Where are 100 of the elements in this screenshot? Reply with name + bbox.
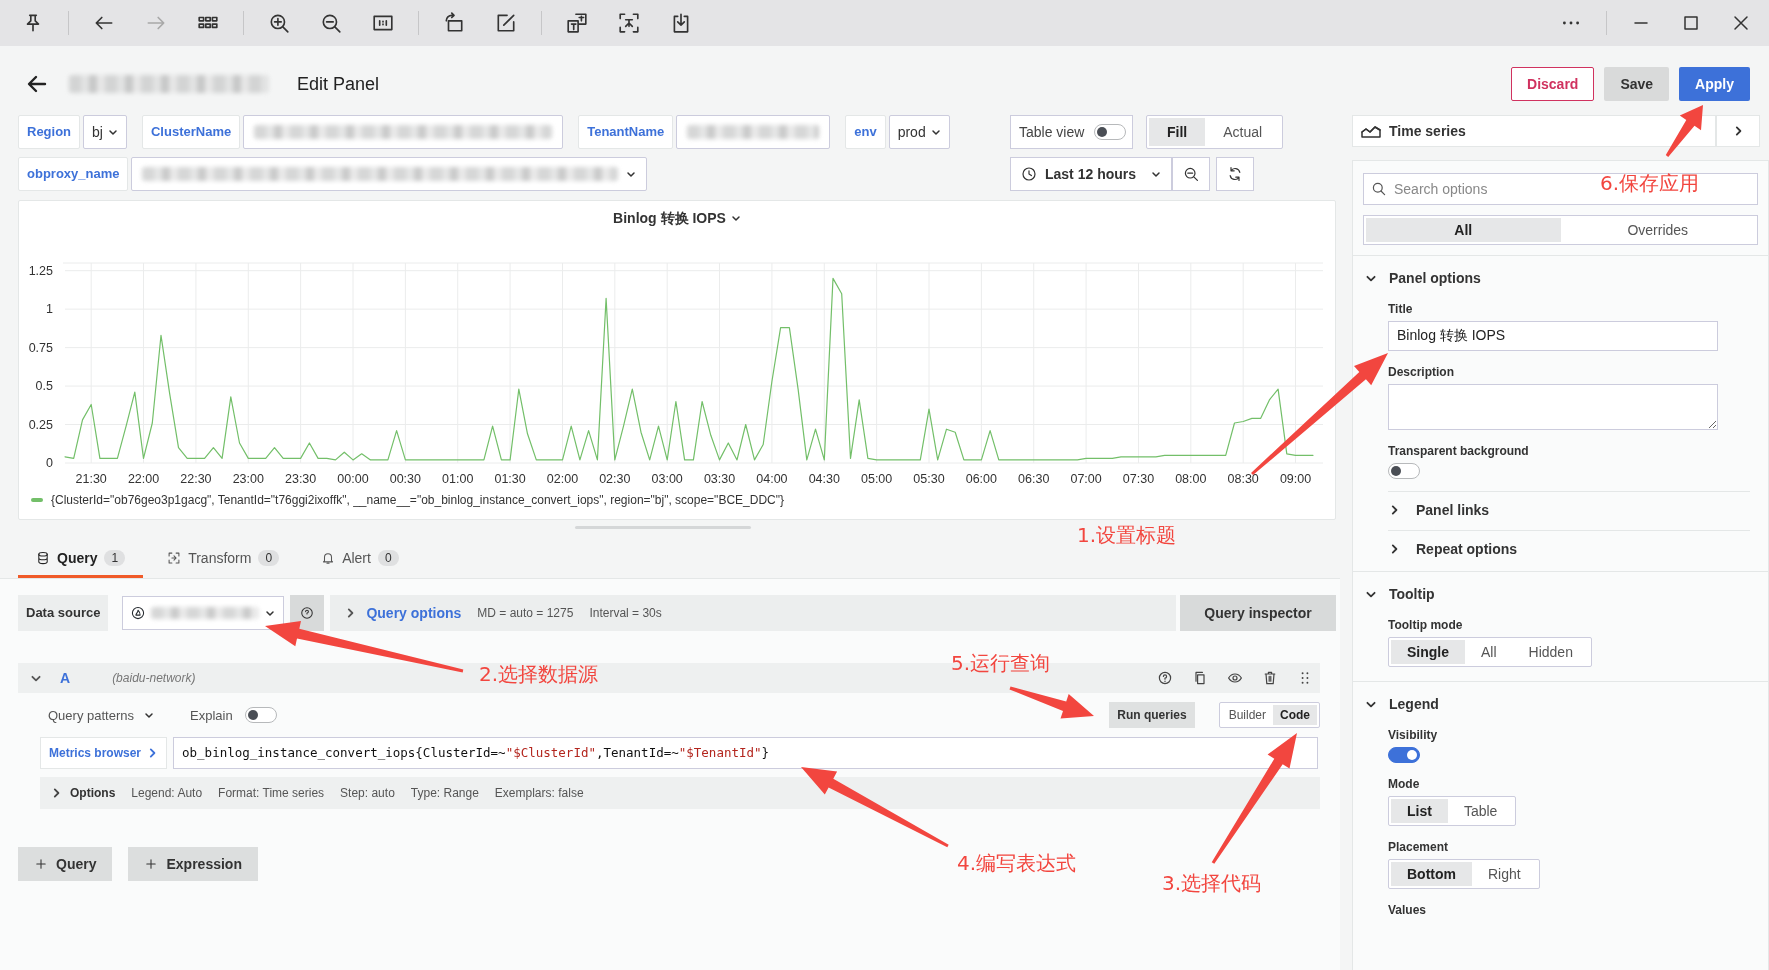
- query-datasource: (baidu-network): [112, 671, 196, 685]
- segment-option[interactable]: Bottom: [1391, 862, 1472, 886]
- zoom-in-icon[interactable]: [268, 12, 290, 34]
- segment-option[interactable]: Actual: [1205, 118, 1281, 146]
- segment-option[interactable]: List: [1391, 799, 1448, 823]
- table-view-switch[interactable]: Table view: [1010, 115, 1133, 149]
- description-field[interactable]: [1388, 384, 1718, 430]
- axis-tick-label: 05:00: [861, 472, 893, 486]
- axis-tick-label: 0.25: [28, 417, 53, 432]
- add-button[interactable]: Query: [18, 847, 113, 881]
- editor-tab[interactable]: Transform 0: [149, 540, 298, 578]
- variable-select[interactable]: prod: [888, 115, 950, 149]
- caret-icon[interactable]: [730, 213, 741, 223]
- transform-icon: [167, 550, 182, 565]
- annotation-text: 2.选择数据源: [479, 661, 599, 688]
- rotate-icon[interactable]: [443, 12, 465, 34]
- options-tab[interactable]: All: [1366, 218, 1561, 242]
- axis-tick-label: 00:00: [337, 472, 369, 486]
- option-summary: Legend: Auto: [131, 786, 203, 800]
- axis-tick-label: 1.25: [28, 263, 53, 278]
- header-button[interactable]: Apply: [1679, 67, 1750, 101]
- explain-toggle[interactable]: [244, 707, 277, 723]
- header-button[interactable]: Save: [1604, 67, 1670, 101]
- visualization-picker[interactable]: Time series: [1352, 115, 1716, 147]
- zoom-out-icon[interactable]: [320, 12, 342, 34]
- help-button[interactable]: [290, 595, 325, 631]
- axis-tick-label: 23:30: [285, 472, 317, 486]
- segment-option[interactable]: Right: [1472, 862, 1537, 886]
- editor-mode-option[interactable]: Code: [1273, 705, 1317, 725]
- header-button[interactable]: Discard: [1511, 67, 1595, 101]
- subsection-header[interactable]: Repeat options: [1388, 530, 1750, 557]
- zoom-out-button[interactable]: [1172, 157, 1210, 191]
- visibility-toggle[interactable]: [1388, 747, 1420, 763]
- axis-tick-label: 0.5: [35, 379, 53, 394]
- segment-option[interactable]: All: [1465, 640, 1513, 664]
- option-summary: Format: Time series: [218, 786, 325, 800]
- axis-tick-label: 07:00: [1070, 472, 1102, 486]
- axis-tick-label: 04:30: [808, 472, 840, 486]
- axis-tick-label: 03:30: [703, 472, 736, 486]
- segment-option[interactable]: Single: [1391, 640, 1465, 664]
- axis-tick-label: 02:00: [546, 472, 579, 486]
- title-field[interactable]: Binlog 转换 IOPS: [1388, 321, 1718, 351]
- maximize-icon[interactable]: [1681, 13, 1701, 33]
- eye-icon[interactable]: [1227, 670, 1243, 686]
- close-icon[interactable]: [1731, 13, 1751, 33]
- query-expression-field[interactable]: ob_binlog_instance_convert_iops{ClusterId=~"$ClusterId",TenantId=~"$TenantId"}: [173, 737, 1319, 769]
- variable-field[interactable]: [243, 115, 564, 149]
- axis-tick-label: 02:30: [599, 472, 631, 486]
- time-range-picker[interactable]: Last 12 hours: [1010, 157, 1172, 191]
- annotation-text: 3.选择代码: [1162, 870, 1262, 897]
- segment-option[interactable]: Fill: [1149, 118, 1206, 146]
- plus-icon: [34, 857, 48, 871]
- annotation-text: 5.运行查询: [951, 650, 1051, 677]
- data-source-select[interactable]: [122, 596, 285, 630]
- variable-label: TenantName: [578, 115, 674, 149]
- segment-option[interactable]: Hidden: [1512, 640, 1589, 664]
- option-summary: Step: auto: [340, 786, 395, 800]
- annotation-text: 6.保存应用: [1600, 170, 1700, 197]
- page-title: Edit Panel: [297, 73, 380, 95]
- trash-icon[interactable]: [1262, 670, 1278, 686]
- editor-tab[interactable]: Alert 0: [303, 540, 417, 578]
- caret-icon: [626, 169, 637, 179]
- subsection-header[interactable]: Panel links: [1388, 491, 1750, 518]
- translate-icon[interactable]: [566, 12, 588, 34]
- screen-translate-icon[interactable]: [618, 12, 640, 34]
- options-toggle[interactable]: Options: [70, 786, 116, 800]
- caret-icon: [1151, 169, 1161, 179]
- segment-option[interactable]: Table: [1447, 799, 1514, 823]
- field-label: Mode: [1388, 777, 1421, 791]
- add-button[interactable]: Expression: [128, 847, 258, 881]
- copy-icon[interactable]: [1192, 670, 1208, 686]
- ref-letter[interactable]: A: [60, 670, 71, 686]
- query-patterns-select[interactable]: Query patterns: [48, 707, 154, 723]
- editor-mode-option[interactable]: Builder: [1221, 705, 1273, 725]
- edit-icon[interactable]: [495, 12, 517, 34]
- axis-tick-label: 05:30: [913, 472, 945, 486]
- transparent-toggle[interactable]: [1388, 463, 1420, 479]
- database-icon: [36, 550, 50, 565]
- help-icon[interactable]: [1157, 670, 1173, 686]
- metrics-browser-button[interactable]: Metrics browser: [40, 737, 168, 769]
- legend-label[interactable]: {ClusterId="ob76geo3p1gacg", TenantId="t76ggi2ixoffk", __name__="ob_binlog_instance_convert_iops", region="bj", scope="BCE_DDC"}: [51, 493, 784, 507]
- query-inspector-button[interactable]: Query inspector: [1180, 595, 1336, 631]
- panel-title[interactable]: Binlog 转换 IOPS: [613, 204, 726, 232]
- axis-tick-label: 06:30: [1018, 472, 1050, 486]
- section-header[interactable]: Tooltip: [1365, 584, 1750, 604]
- field-label: Transparent background: [1388, 444, 1530, 458]
- back-icon[interactable]: [27, 74, 47, 94]
- option-summary: Exemplars: false: [494, 786, 584, 800]
- section-header[interactable]: Legend: [1365, 694, 1750, 714]
- run-queries-button[interactable]: Run queries: [1109, 702, 1195, 728]
- axis-tick-label: 08:00: [1175, 472, 1207, 486]
- section-header[interactable]: Panel options: [1365, 268, 1750, 288]
- options-tab[interactable]: Overrides: [1560, 218, 1755, 242]
- variable-label: obproxy_name: [18, 157, 129, 191]
- variable-select[interactable]: bj: [83, 115, 127, 149]
- variable-field[interactable]: [676, 115, 831, 149]
- refresh-button[interactable]: [1216, 157, 1254, 191]
- field-label: Description: [1388, 365, 1455, 379]
- query-options-link[interactable]: Query options: [366, 605, 462, 621]
- explain-label: Explain: [190, 707, 233, 723]
